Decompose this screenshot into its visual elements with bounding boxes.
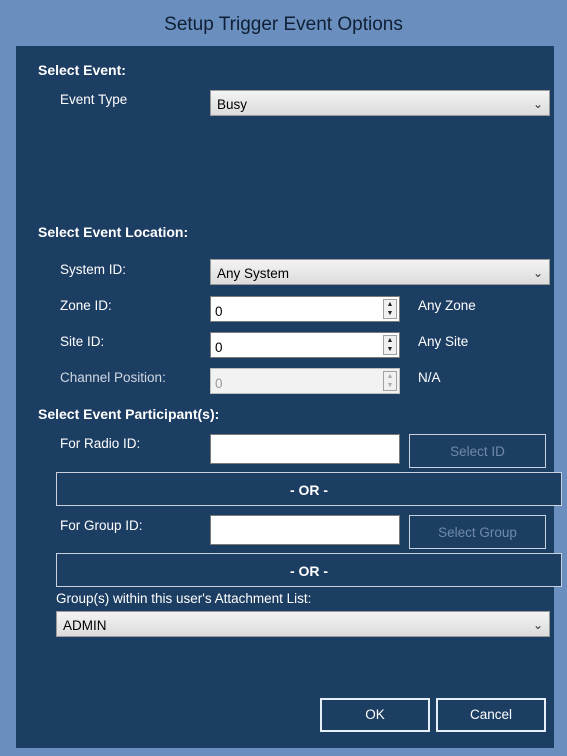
site-id-label: Site ID: (60, 334, 105, 349)
channel-position-label: Channel Position: (60, 370, 166, 385)
site-id-spinner[interactable]: 0 ▲ ▼ (210, 332, 400, 358)
system-id-value: Any System (217, 266, 290, 281)
dialog-body: Select Event: Event Type Busy ⌄ Select E… (16, 46, 562, 748)
system-id-dropdown[interactable]: Any System ⌄ (210, 259, 550, 285)
channel-position-spinner: 0 ▲ ▼ (210, 368, 400, 394)
cancel-button[interactable]: Cancel (436, 698, 546, 732)
event-type-dropdown[interactable]: Busy ⌄ (210, 90, 550, 116)
select-location-heading: Select Event Location: (38, 224, 189, 240)
event-type-label: Event Type (60, 92, 128, 107)
group-id-input[interactable] (210, 515, 400, 545)
attachment-list-label: Group(s) within this user's Attachment L… (56, 591, 312, 606)
group-id-label: For Group ID: (60, 518, 143, 533)
site-note: Any Site (418, 334, 469, 349)
select-id-button[interactable]: Select ID (409, 434, 546, 468)
zone-note: Any Zone (418, 298, 476, 313)
select-event-heading: Select Event: (38, 62, 126, 78)
select-group-button[interactable]: Select Group (409, 515, 546, 549)
chevron-down-icon: ⌄ (532, 97, 543, 111)
or-divider-2: - OR - (56, 553, 562, 587)
system-id-label: System ID: (60, 262, 127, 277)
radio-id-label: For Radio ID: (60, 436, 141, 451)
title-bar[interactable]: Setup Trigger Event Options (0, 0, 567, 46)
channel-note: N/A (418, 370, 441, 385)
chevron-down-icon: ⌄ (532, 266, 543, 280)
select-participants-heading: Select Event Participant(s): (38, 406, 220, 422)
spin-updown-icon: ▲ ▼ (383, 371, 397, 391)
zone-id-label: Zone ID: (60, 298, 112, 313)
ok-button[interactable]: OK (320, 698, 430, 732)
zone-id-spinner[interactable]: 0 ▲ ▼ (210, 296, 400, 322)
spin-updown-icon[interactable]: ▲ ▼ (383, 335, 397, 355)
attachment-list-value: ADMIN (63, 618, 107, 633)
radio-id-input[interactable] (210, 434, 400, 464)
or-divider-1: - OR - (56, 472, 562, 506)
attachment-list-dropdown[interactable]: ADMIN ⌄ (56, 611, 550, 637)
dialog-window: Setup Trigger Event Options Select Event… (0, 0, 567, 756)
window-title: Setup Trigger Event Options (164, 14, 403, 35)
channel-position-value: 0 (215, 376, 223, 391)
chevron-down-icon: ⌄ (532, 618, 543, 632)
site-id-value: 0 (215, 340, 223, 355)
zone-id-value: 0 (215, 304, 223, 319)
spin-updown-icon[interactable]: ▲ ▼ (383, 299, 397, 319)
event-type-value: Busy (217, 97, 248, 112)
